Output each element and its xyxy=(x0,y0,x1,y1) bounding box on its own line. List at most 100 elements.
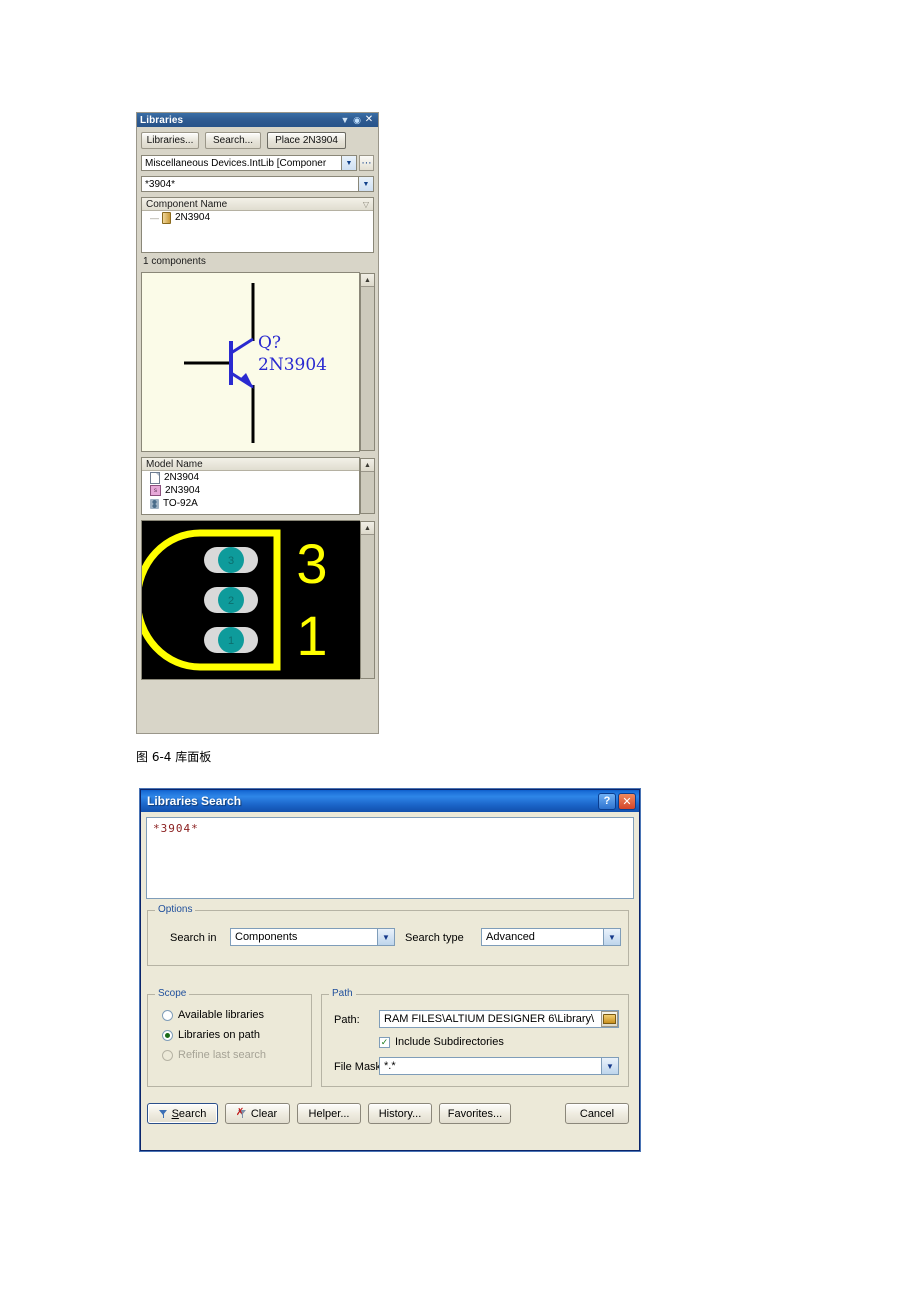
chevron-down-icon[interactable]: ▼ xyxy=(603,929,620,945)
close-button[interactable]: ✕ xyxy=(618,792,636,810)
path-input[interactable]: RAM FILES\ALTIUM DESIGNER 6\Library\ xyxy=(379,1010,619,1028)
include-subdirectories-checkbox[interactable]: ✓ Include Subdirectories xyxy=(379,1036,504,1048)
scope-legend: Scope xyxy=(155,988,190,999)
component-list-header[interactable]: Component Name ▽ xyxy=(142,198,373,211)
place-component-button[interactable]: Place 2N3904 xyxy=(267,132,346,149)
help-button[interactable]: ? xyxy=(598,792,616,810)
search-button[interactable]: Search... xyxy=(205,132,261,149)
footprint-preview-scrollbar[interactable]: ▲ xyxy=(360,521,375,679)
favorites-button[interactable]: Favorites... xyxy=(439,1103,511,1124)
model-list-header[interactable]: Model Name xyxy=(142,458,359,471)
svg-text:3: 3 xyxy=(228,555,234,567)
chevron-down-icon[interactable]: ▼ xyxy=(601,1058,618,1074)
tree-connector-icon: — xyxy=(150,212,159,223)
options-group: Options Search in Components ▼ Search ty… xyxy=(147,904,629,966)
clear-button[interactable]: ✗ Clear xyxy=(225,1103,290,1124)
cancel-button[interactable]: Cancel xyxy=(565,1103,629,1124)
radio-available-libraries[interactable]: Available libraries xyxy=(162,1009,311,1021)
radio-label: Libraries on path xyxy=(178,1029,260,1041)
checkbox-label: Include Subdirectories xyxy=(395,1036,504,1048)
helper-button[interactable]: Helper... xyxy=(297,1103,361,1124)
symbol-part-name: 2N3904 xyxy=(258,355,327,375)
figure-caption: 图 6-4 库面板 xyxy=(136,750,212,764)
path-label: Path: xyxy=(334,1014,360,1026)
transistor-symbol-svg xyxy=(184,283,255,443)
scroll-up-icon[interactable]: ▲ xyxy=(361,459,374,472)
browse-folder-button[interactable] xyxy=(601,1011,618,1027)
list-item[interactable]: s 2N3904 xyxy=(142,484,359,497)
scroll-up-icon[interactable]: ▲ xyxy=(361,274,374,287)
chevron-down-icon[interactable]: ▼ xyxy=(341,156,356,170)
radio-libraries-on-path[interactable]: Libraries on path xyxy=(162,1029,311,1041)
radio-indicator xyxy=(162,1009,173,1021)
libraries-panel-titlebar: Libraries ▼ ◉ ✕ xyxy=(137,113,378,127)
footprint-svg: 3 2 1 3 1 xyxy=(133,521,361,679)
pcb-footprint-icon xyxy=(150,498,159,509)
history-button[interactable]: History... xyxy=(368,1103,432,1124)
search-in-select[interactable]: Components ▼ xyxy=(230,928,395,946)
checkbox-indicator: ✓ xyxy=(379,1036,390,1048)
search-label-rest: earch xyxy=(178,1107,207,1120)
library-select-row: Miscellaneous Devices.IntLib [Componer ▼… xyxy=(141,155,374,171)
search-in-value: Components xyxy=(235,931,298,943)
list-item[interactable]: — 2N3904 xyxy=(142,211,373,224)
pin-icon[interactable]: ◉ xyxy=(351,114,363,126)
symbol-preview-scrollbar[interactable]: ▲ xyxy=(360,273,375,451)
library-options-button[interactable]: ⋯ xyxy=(359,155,374,171)
dialog-title-text: Libraries Search xyxy=(147,794,242,808)
symbol-preview[interactable]: ▲ Q? 2N3904 xyxy=(141,272,375,452)
panel-button-row: Libraries... Search... Place 2N3904 xyxy=(141,132,374,149)
model-label: TO-92A xyxy=(163,498,198,509)
search-type-label: Search type xyxy=(405,932,464,944)
filter-combo[interactable]: *3904* ▼ xyxy=(141,176,374,192)
list-item[interactable]: TO-92A xyxy=(142,497,359,510)
search-button[interactable]: Search xyxy=(147,1103,218,1124)
component-icon xyxy=(162,211,171,224)
chevron-down-icon[interactable]: ▼ xyxy=(377,929,394,945)
clear-filter-icon: ✗ xyxy=(236,1108,247,1118)
dialog-body: *3904* Options Search in Components ▼ Se… xyxy=(141,812,639,1150)
simulation-model-icon: s xyxy=(150,485,161,496)
libraries-search-dialog: Libraries Search ? ✕ *3904* Options Sear… xyxy=(140,789,640,1151)
options-legend: Options xyxy=(155,904,196,915)
scroll-up-icon[interactable]: ▲ xyxy=(361,522,374,535)
libraries-panel-body: Libraries... Search... Place 2N3904 Misc… xyxy=(133,127,378,684)
radio-refine-last-search: Refine last search xyxy=(162,1049,311,1061)
list-item[interactable]: 2N3904 xyxy=(142,471,359,484)
file-mask-label: File Mask: xyxy=(334,1061,385,1073)
libraries-button[interactable]: Libraries... xyxy=(141,132,199,149)
libraries-panel: Libraries ▼ ◉ ✕ Libraries... Search... P… xyxy=(133,112,379,734)
radio-indicator xyxy=(162,1049,173,1061)
model-label: 2N3904 xyxy=(164,472,200,483)
query-textarea[interactable]: *3904* xyxy=(146,817,634,899)
file-mask-select[interactable]: *.* ▼ xyxy=(379,1057,619,1075)
close-icon[interactable]: ✕ xyxy=(363,114,375,126)
search-type-select[interactable]: Advanced ▼ xyxy=(481,928,621,946)
chevron-down-icon[interactable]: ▼ xyxy=(358,177,373,191)
dialog-button-bar: Search ✗ Clear Helper... History... Favo… xyxy=(147,1103,629,1124)
library-select-value: Miscellaneous Devices.IntLib [Componer xyxy=(145,157,327,169)
sort-indicator-icon[interactable]: ▽ xyxy=(363,200,369,209)
footprint-preview[interactable]: ▲ 3 2 1 3 1 xyxy=(133,520,375,680)
radio-label: Available libraries xyxy=(178,1009,265,1021)
filter-icon xyxy=(158,1109,168,1118)
dropdown-icon[interactable]: ▼ xyxy=(339,114,351,126)
search-accel: S xyxy=(171,1107,179,1120)
model-label: 2N3904 xyxy=(165,485,201,496)
signal-integrity-model-icon xyxy=(150,471,160,484)
radio-label: Refine last search xyxy=(178,1049,267,1061)
model-name-column-label: Model Name xyxy=(146,458,203,470)
component-list[interactable]: Component Name ▽ — 2N3904 xyxy=(141,197,374,253)
symbol-canvas: Q? 2N3904 xyxy=(142,273,359,451)
component-label: 2N3904 xyxy=(175,212,211,223)
scope-group: Scope Available libraries Libraries on p… xyxy=(147,988,312,1087)
filter-value: *3904* xyxy=(145,178,176,190)
model-list-scrollbar[interactable]: ▲ xyxy=(360,458,375,514)
footprint-digit-3: 3 xyxy=(296,532,327,595)
model-list[interactable]: ▲ Model Name 2N3904 s 2N3904 TO-92A xyxy=(141,457,375,515)
footprint-digit-1: 1 xyxy=(296,604,327,667)
file-mask-value: *.* xyxy=(384,1060,396,1072)
path-group: Path Path: RAM FILES\ALTIUM DESIGNER 6\L… xyxy=(321,988,629,1087)
search-in-label: Search in xyxy=(170,932,217,944)
library-select[interactable]: Miscellaneous Devices.IntLib [Componer ▼ xyxy=(141,155,357,171)
